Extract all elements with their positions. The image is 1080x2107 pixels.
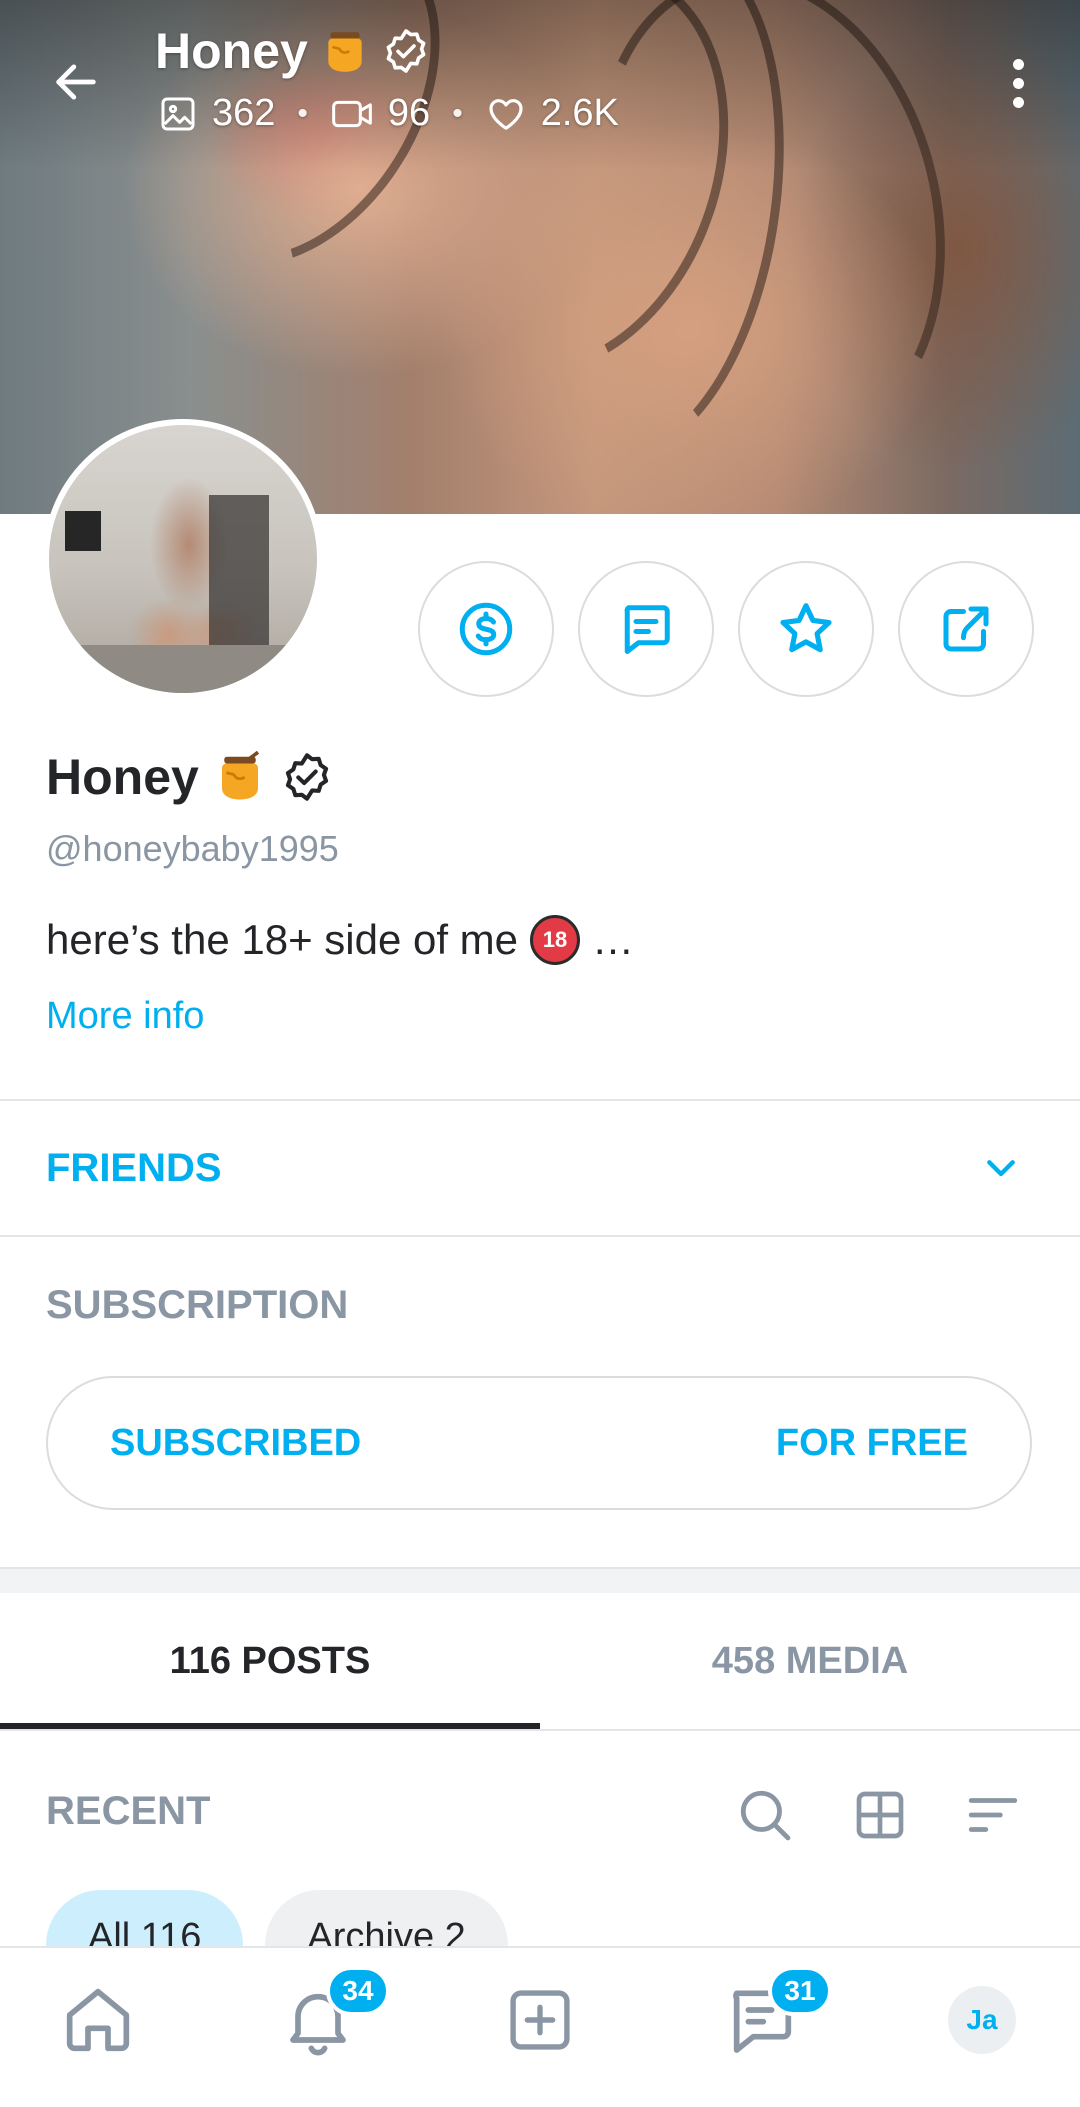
- chip-all[interactable]: All 116: [46, 1890, 244, 1946]
- honey-pot-icon: [328, 32, 362, 72]
- star-icon: [780, 603, 832, 653]
- chevron-down-icon: [987, 1160, 1015, 1177]
- section-separator: [0, 1569, 1080, 1593]
- nav-home[interactable]: [48, 1970, 148, 2070]
- header-stats: 362 • 96 • 2.6K: [158, 92, 619, 135]
- profile-avatar[interactable]: [43, 419, 323, 699]
- nav-create-post[interactable]: [490, 1970, 590, 2070]
- profile-name: Honey: [46, 749, 199, 805]
- kebab-dot: [1012, 96, 1024, 108]
- nav-profile[interactable]: Ja: [932, 1970, 1032, 2070]
- divider: [0, 1729, 1080, 1731]
- user-avatar: Ja: [948, 1986, 1016, 2054]
- bottom-navigation: 34 31 Ja: [0, 1946, 1080, 2107]
- share-button[interactable]: [898, 561, 1034, 697]
- bio-text: here’s the 18+ side of me: [46, 916, 519, 963]
- friends-label: FRIENDS: [46, 1146, 222, 1190]
- nav-messages[interactable]: 31: [710, 1966, 832, 2070]
- subscription-label: SUBSCRIPTION: [46, 1283, 349, 1327]
- header-title-row: Honey: [155, 22, 430, 80]
- nav-notifications[interactable]: 34: [268, 1966, 390, 2070]
- sort-button[interactable]: [958, 1780, 1028, 1850]
- share-icon: [943, 606, 989, 652]
- tab-media[interactable]: 458 MEDIA: [540, 1593, 1080, 1729]
- image-icon: [161, 97, 195, 130]
- subscription-price: FOR FREE: [775, 1421, 968, 1464]
- divider: [0, 1235, 1080, 1237]
- home-icon: [66, 1988, 130, 2052]
- back-button[interactable]: [44, 50, 108, 114]
- recent-label: RECENT: [46, 1789, 211, 1833]
- top-bar: Honey 362 • 96 • 2.6K: [0, 0, 1080, 170]
- video-icon: [332, 100, 372, 127]
- bio-ellipsis: …: [592, 916, 635, 963]
- content-tabs: 116 POSTS 458 MEDIA: [0, 1593, 1080, 1729]
- sort-icon: [968, 1798, 1018, 1832]
- add-square-icon: [510, 1990, 570, 2050]
- verified-badge-icon: [386, 29, 426, 73]
- videos-count: 96: [330, 92, 430, 135]
- heart-icon: [489, 98, 523, 130]
- dollar-icon: [459, 602, 513, 656]
- kebab-dot: [1012, 58, 1024, 70]
- photos-count: 362: [158, 92, 275, 135]
- tip-button[interactable]: [418, 561, 554, 697]
- subscription-status: SUBSCRIBED: [110, 1421, 362, 1464]
- under-18-icon: 18: [530, 915, 581, 965]
- grid-view-button[interactable]: [845, 1780, 915, 1850]
- arrow-left-icon: [56, 64, 96, 100]
- stats-separator: •: [297, 96, 308, 130]
- honey-pot-icon: [221, 750, 259, 800]
- kebab-dot: [1012, 77, 1024, 89]
- header-title: Honey: [155, 23, 308, 79]
- filter-chips: All 116 Archive 2: [46, 1890, 508, 1946]
- search-icon: [740, 1790, 791, 1841]
- messages-count-badge: 31: [768, 1966, 832, 2016]
- chip-archive[interactable]: Archive 2: [265, 1890, 508, 1946]
- more-info-link[interactable]: More info: [46, 995, 204, 1038]
- message-button[interactable]: [578, 561, 714, 697]
- tab-posts[interactable]: 116 POSTS: [0, 1593, 540, 1729]
- profile-name-row: Honey: [46, 748, 333, 806]
- verified-badge-icon: [285, 753, 328, 801]
- favorite-button[interactable]: [738, 561, 874, 697]
- subscribe-button[interactable]: SUBSCRIBED FOR FREE: [46, 1376, 1032, 1510]
- friends-section-toggle[interactable]: FRIENDS: [0, 1101, 1080, 1235]
- likes-count: 2.6K: [485, 92, 619, 135]
- profile-handle: @honeybaby1995: [46, 828, 339, 869]
- notifications-count-badge: 34: [326, 1966, 390, 2016]
- profile-bio: here’s the 18+ side of me 18 …: [46, 915, 634, 965]
- message-icon: [624, 605, 670, 654]
- stats-separator: •: [452, 96, 463, 130]
- grid-icon: [856, 1791, 904, 1839]
- more-options-button[interactable]: [990, 48, 1046, 118]
- search-button[interactable]: [730, 1780, 800, 1850]
